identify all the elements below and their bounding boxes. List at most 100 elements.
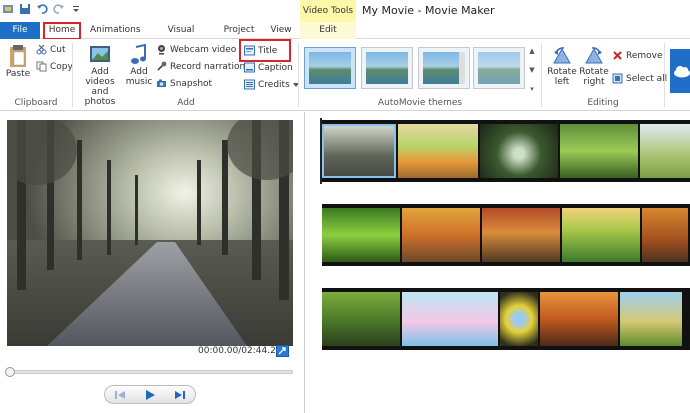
- gallery-more-icon[interactable]: ▾: [530, 85, 534, 93]
- select-all-icon: [612, 73, 623, 84]
- scissors-icon: [36, 44, 47, 55]
- scroll-down-icon[interactable]: ▼: [529, 66, 534, 74]
- tab-edit[interactable]: Edit: [300, 22, 356, 39]
- rotate-right-button[interactable]: Rotate right: [579, 45, 609, 87]
- previous-frame-button[interactable]: [112, 388, 128, 402]
- paste-button[interactable]: Paste: [5, 43, 31, 79]
- film-photo-icon: [90, 46, 110, 62]
- clip-green-forest-path[interactable]: [560, 124, 638, 178]
- title-label: Title: [258, 45, 278, 56]
- webcam-icon: [158, 45, 165, 55]
- clip-stone-bridge[interactable]: [480, 124, 558, 178]
- title-bar: Video Tools My Movie - Movie Maker: [0, 0, 690, 22]
- clip-mossy-forest[interactable]: [322, 292, 400, 346]
- clip-sunny-meadow[interactable]: [620, 292, 682, 346]
- next-frame-icon: [175, 390, 185, 399]
- microphone-icon: [157, 61, 167, 71]
- ribbon: Paste Cut Copy Clipboard Add videos and …: [0, 39, 690, 111]
- select-all-label: Select all: [626, 73, 668, 84]
- caption-label: Caption: [258, 62, 293, 73]
- tab-visual-effects[interactable]: Visual Effects: [152, 22, 210, 52]
- tab-home[interactable]: Home: [43, 22, 81, 40]
- webcam-video-button[interactable]: Webcam video: [156, 44, 236, 55]
- rotate-left-label-line1: Rotate: [547, 67, 577, 77]
- group-separator: [72, 43, 73, 107]
- clip-tree-tunnel[interactable]: [322, 208, 400, 262]
- rotate-left-label-line2: left: [554, 77, 570, 87]
- add-music-label-line2: music: [125, 77, 153, 87]
- scroll-up-icon[interactable]: ▲: [529, 47, 534, 55]
- credits-button[interactable]: Credits: [244, 79, 299, 90]
- theme-thumbnail: [478, 52, 520, 84]
- remove-x-icon: [613, 51, 622, 60]
- automovie-theme-1[interactable]: [304, 47, 356, 89]
- paste-icon: [10, 45, 26, 67]
- clip-autumn-lane[interactable]: [642, 208, 688, 262]
- paste-label: Paste: [5, 69, 31, 79]
- seek-bar[interactable]: [5, 367, 293, 377]
- rotate-right-label-line1: Rotate: [579, 67, 609, 77]
- onedrive-share-button[interactable]: [670, 49, 690, 93]
- playback-time: 00:00.00/02:44.29: [198, 346, 282, 356]
- record-narration-button[interactable]: Record narration: [156, 61, 255, 72]
- video-preview[interactable]: [7, 120, 293, 346]
- add-music-button[interactable]: Add music: [124, 43, 154, 87]
- clip-red-foliage[interactable]: [482, 208, 560, 262]
- previous-frame-icon: [115, 390, 125, 399]
- rotate-left-button[interactable]: Rotate left: [547, 45, 577, 87]
- cut-label: Cut: [50, 44, 66, 55]
- storyboard-pane: [306, 112, 690, 413]
- tab-animations[interactable]: Animations: [90, 22, 141, 39]
- themes-gallery-scroll[interactable]: ▲ ▼ ▾: [527, 47, 537, 93]
- automovie-theme-2[interactable]: [361, 47, 413, 89]
- rotate-right-label-line2: right: [583, 77, 605, 87]
- rotate-left-icon: [553, 47, 571, 64]
- caption-icon: [244, 62, 255, 73]
- playback-controls: [104, 385, 196, 404]
- seek-thumb[interactable]: [5, 367, 15, 377]
- storyboard-row-1: [322, 120, 690, 182]
- preview-pane: 00:00.00/02:44.29: [0, 112, 305, 413]
- camera-icon: [157, 79, 166, 87]
- play-icon: [146, 389, 155, 400]
- music-note-icon: [131, 43, 146, 64]
- copy-button[interactable]: Copy: [36, 61, 73, 72]
- save-icon[interactable]: [19, 3, 31, 15]
- tab-project[interactable]: Project: [222, 22, 256, 39]
- snapshot-button[interactable]: Snapshot: [156, 78, 212, 89]
- theme-thumbnail: [366, 52, 408, 84]
- credits-icon: [244, 79, 255, 90]
- title-button[interactable]: Title: [244, 45, 277, 56]
- record-narration-label: Record narration: [170, 61, 246, 72]
- copy-icon: [36, 61, 47, 72]
- forest-road-preview-image: [7, 120, 293, 346]
- clip-pink-flowers[interactable]: [402, 292, 498, 346]
- clip-autumn-meadow[interactable]: [398, 124, 478, 178]
- clip-autumn-road[interactable]: [402, 208, 480, 262]
- video-tools-context-label: Video Tools: [300, 0, 356, 22]
- caption-button[interactable]: Caption: [244, 62, 293, 73]
- app-menu-icon[interactable]: [2, 3, 14, 15]
- automovie-theme-3[interactable]: [418, 47, 470, 89]
- group-separator: [664, 43, 665, 107]
- clip-open-field[interactable]: [640, 124, 690, 178]
- clip-autumn-forest[interactable]: [540, 292, 618, 346]
- clip-bubble-flower[interactable]: [500, 292, 538, 346]
- remove-button[interactable]: Remove: [612, 50, 663, 61]
- play-button[interactable]: [142, 388, 158, 402]
- add-music-label-line1: Add: [130, 67, 148, 77]
- automovie-theme-4[interactable]: [473, 47, 525, 89]
- next-frame-button[interactable]: [172, 388, 188, 402]
- fullscreen-button[interactable]: [276, 345, 289, 357]
- tab-file[interactable]: File: [0, 22, 40, 39]
- customize-toolbar-icon[interactable]: [70, 3, 82, 15]
- clip-forest-road[interactable]: [322, 124, 396, 178]
- redo-icon[interactable]: [53, 3, 65, 15]
- theme-thumbnail: [423, 52, 465, 84]
- tab-view[interactable]: View: [268, 22, 294, 39]
- clip-sunset-hills[interactable]: [562, 208, 640, 262]
- undo-icon[interactable]: [36, 3, 48, 15]
- theme-thumbnail: [309, 52, 351, 84]
- cut-button[interactable]: Cut: [36, 44, 66, 55]
- select-all-button[interactable]: Select all: [612, 73, 667, 84]
